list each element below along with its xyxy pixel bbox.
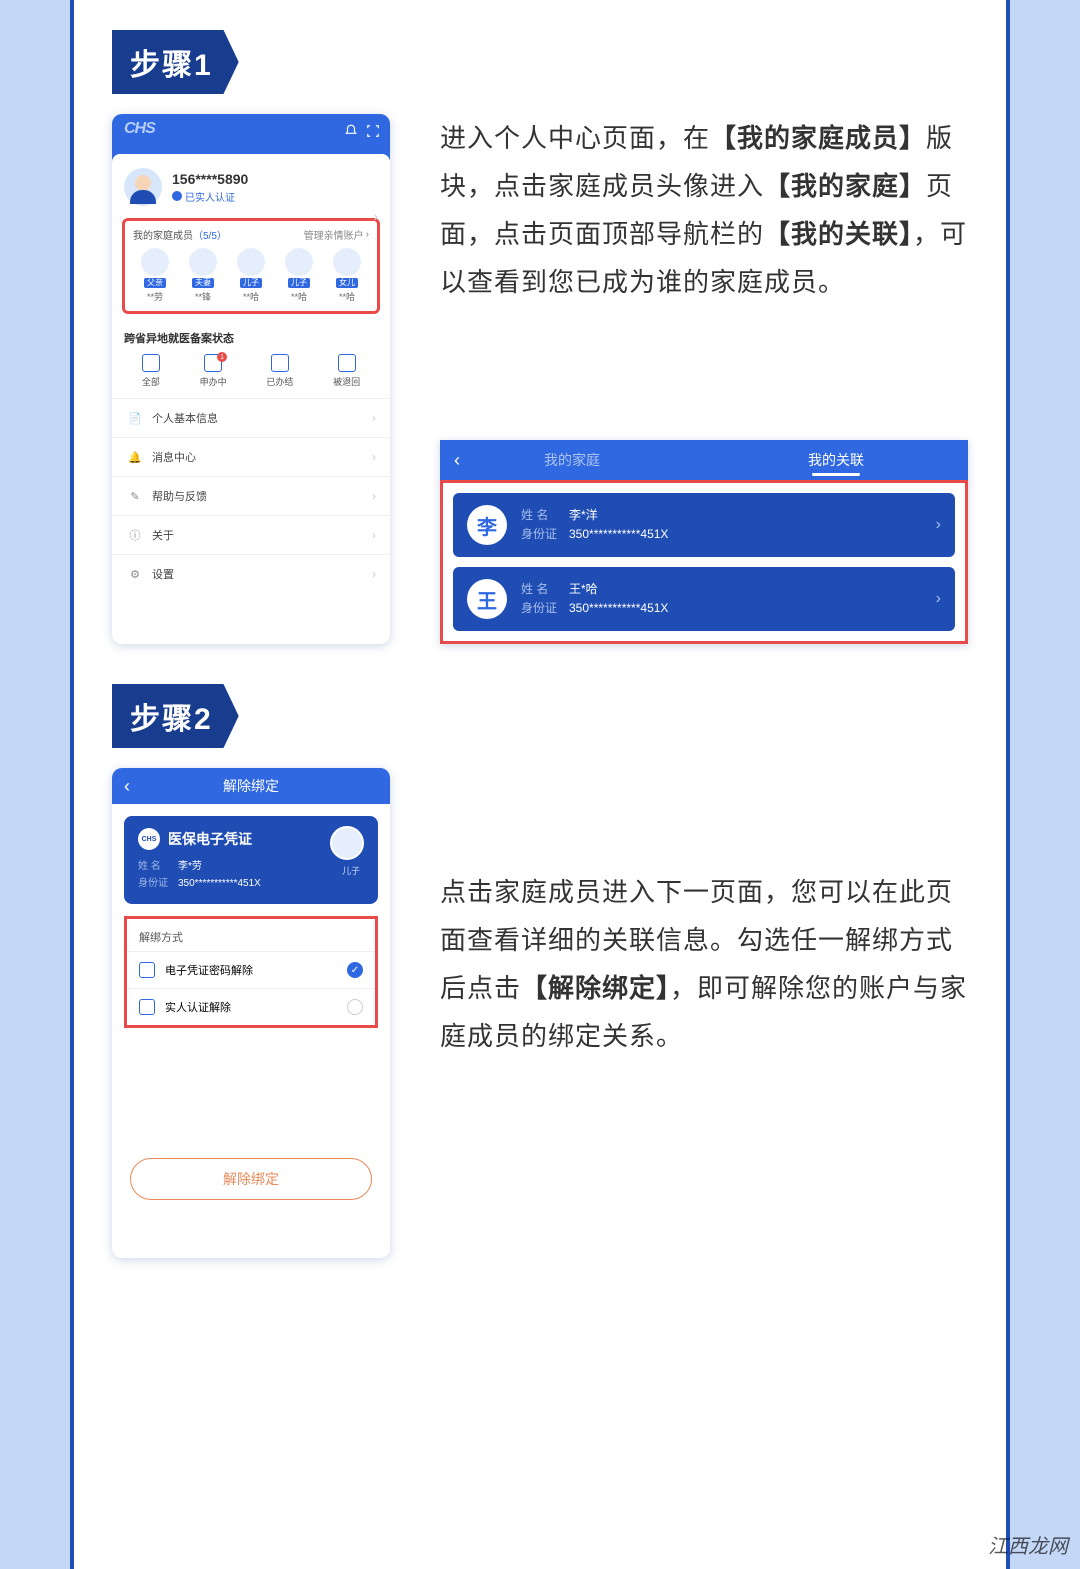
menu-icon: ✎ (128, 489, 142, 503)
chevron-right-icon: › (936, 590, 941, 608)
family-count: （5/5） (193, 231, 227, 242)
chevron-right-icon: › (372, 489, 376, 503)
status-title: 跨省异地就医备案状态 (122, 326, 380, 354)
chevron-right-icon: › (372, 567, 376, 581)
member-avatar (330, 826, 364, 860)
family-member[interactable]: 儿子**哈 (229, 248, 273, 303)
unbind-option[interactable]: 电子凭证密码解除 (127, 951, 375, 988)
radio-icon[interactable] (347, 999, 363, 1015)
chs-logo: CHS (124, 120, 155, 138)
user-phone: 156****5890 (172, 171, 248, 187)
menu-icon: 🔔 (128, 450, 142, 464)
chevron-right-icon: › (936, 516, 941, 534)
family-members-panel: 我的家庭成员（5/5） 管理亲情账户› 父亲**劳夫妻**锋儿子**哈儿子**哈… (122, 218, 380, 314)
menu-icon: 📄 (128, 411, 142, 425)
association-card[interactable]: 王 姓 名王*哈 身份证350***********451X › (453, 567, 955, 631)
back-icon[interactable]: ‹ (124, 776, 130, 797)
scan-icon[interactable] (366, 124, 380, 138)
medical-card: CHS 医保电子凭证 姓 名李*劳 身份证350***********451X … (124, 816, 378, 904)
my-association-screenshot: ‹ 我的家庭 我的关联 李 姓 名李*洋 身份证350***********45… (440, 440, 968, 644)
page-title: 解除绑定 (223, 776, 279, 796)
step1-badge: 步骤1 (112, 30, 239, 94)
family-member[interactable]: 父亲**劳 (133, 248, 177, 303)
menu-icon: ⓘ (128, 528, 142, 542)
menu-icon: ⚙ (128, 567, 142, 581)
menu-item[interactable]: ⓘ关于› (112, 515, 390, 554)
chevron-right-icon: › (372, 411, 376, 425)
surname-avatar: 李 (467, 505, 507, 545)
radio-icon[interactable] (347, 962, 363, 978)
menu-item[interactable]: 🔔消息中心› (112, 437, 390, 476)
manage-accounts-link[interactable]: 管理亲情账户› (304, 227, 369, 242)
unbind-button[interactable]: 解除绑定 (130, 1158, 372, 1200)
association-card[interactable]: 李 姓 名李*洋 身份证350***********451X › (453, 493, 955, 557)
step1-description: 进入个人中心页面，在【我的家庭成员】版块，点击家庭成员头像进入【我的家庭】页面，… (440, 114, 968, 416)
lock-icon (139, 962, 155, 978)
family-member[interactable]: 夫妻**锋 (181, 248, 225, 303)
family-title: 我的家庭成员 (133, 231, 193, 242)
chevron-right-icon: › (372, 528, 376, 542)
step1-phone-screenshot: CHS 156****5890 已实人认证 › 我的家庭成员（5/5） (112, 114, 390, 644)
watermark: 江西龙网 (988, 1530, 1068, 1559)
status-tab[interactable]: 已办结 (266, 354, 293, 388)
tab-my-association[interactable]: 我的关联 (704, 450, 968, 470)
tab-my-family[interactable]: 我的家庭 (440, 450, 704, 470)
lock-icon (139, 999, 155, 1015)
family-member[interactable]: 儿子**哈 (277, 248, 321, 303)
family-member[interactable]: 女儿**哈 (325, 248, 369, 303)
user-avatar[interactable] (124, 168, 162, 206)
step2-description: 点击家庭成员进入下一页面，您可以在此页面查看详细的关联信息。勾选任一解绑方式后点… (440, 768, 968, 1258)
unbind-method-title: 解绑方式 (127, 916, 375, 951)
step2-badge: 步骤2 (112, 684, 239, 748)
surname-avatar: 王 (467, 579, 507, 619)
verified-badge: 已实人认证 (172, 189, 248, 204)
chevron-right-icon[interactable]: › (373, 208, 378, 224)
status-tab[interactable]: 1申办中 (200, 354, 227, 388)
chs-icon: CHS (138, 828, 160, 850)
chevron-right-icon: › (372, 450, 376, 464)
bell-icon[interactable] (344, 124, 358, 138)
menu-item[interactable]: ✎帮助与反馈› (112, 476, 390, 515)
unbind-option[interactable]: 实人认证解除 (127, 988, 375, 1025)
menu-item[interactable]: ⚙设置› (112, 554, 390, 593)
status-tab[interactable]: 全部 (142, 354, 160, 388)
step2-phone-screenshot: ‹ 解除绑定 CHS 医保电子凭证 姓 名李*劳 身份证350*********… (112, 768, 390, 1258)
status-tab[interactable]: 被退回 (333, 354, 360, 388)
menu-item[interactable]: 📄个人基本信息› (112, 398, 390, 437)
member-relation: 儿子 (342, 864, 360, 877)
